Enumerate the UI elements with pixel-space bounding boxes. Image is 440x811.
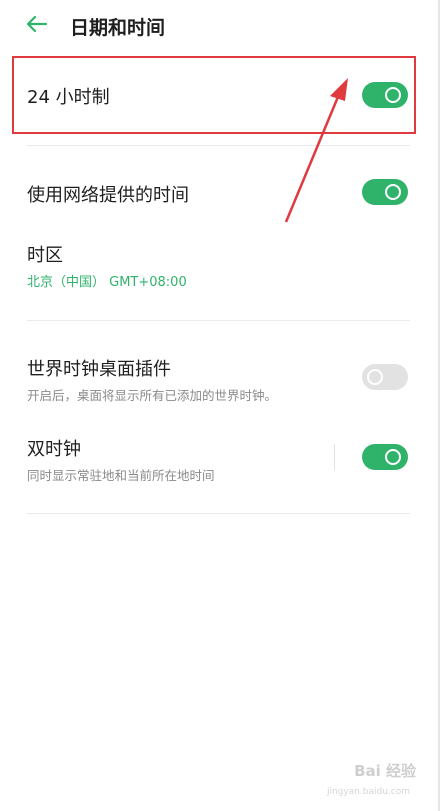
arrow-left-icon: [26, 15, 48, 33]
setting-dual-clock-label: 双时钟: [27, 439, 81, 460]
setting-world-clock-widget[interactable]: 世界时钟桌面插件 开启后，桌面将显示所有已添加的世界时钟。: [0, 345, 440, 415]
setting-world-clock-widget-desc: 开启后，桌面将显示所有已添加的世界时钟。: [27, 388, 278, 403]
toggle-knob: [385, 184, 401, 200]
back-button[interactable]: [24, 12, 50, 36]
divider: [27, 145, 410, 146]
page-title: 日期和时间: [70, 17, 166, 39]
toggle-knob: [385, 449, 401, 465]
setting-dual-clock-desc: 同时显示常驻地和当前所在地时间: [27, 468, 215, 483]
setting-world-clock-widget-label: 世界时钟桌面插件: [27, 359, 171, 380]
setting-time-zone-label: 时区: [27, 245, 63, 266]
highlight-box: [12, 56, 416, 134]
separator-line: [334, 444, 335, 470]
divider: [27, 320, 410, 321]
toggle-network-time[interactable]: [362, 179, 408, 205]
setting-time-zone[interactable]: 时区 北京（中国） GMT+08:00: [0, 228, 440, 298]
divider: [27, 513, 410, 514]
watermark-url: jingyan.baidu.com: [326, 787, 410, 797]
setting-network-time[interactable]: 使用网络提供的时间: [0, 160, 440, 220]
toggle-dual-clock[interactable]: [362, 444, 408, 470]
header: 日期和时间: [0, 0, 440, 52]
setting-dual-clock[interactable]: 双时钟 同时显示常驻地和当前所在地时间: [0, 425, 440, 495]
watermark: Bai 经验: [354, 762, 416, 780]
setting-time-zone-value: 北京（中国） GMT+08:00: [27, 275, 187, 290]
setting-network-time-label: 使用网络提供的时间: [27, 185, 189, 206]
toggle-knob: [367, 369, 383, 385]
toggle-world-clock-widget[interactable]: [362, 364, 408, 390]
